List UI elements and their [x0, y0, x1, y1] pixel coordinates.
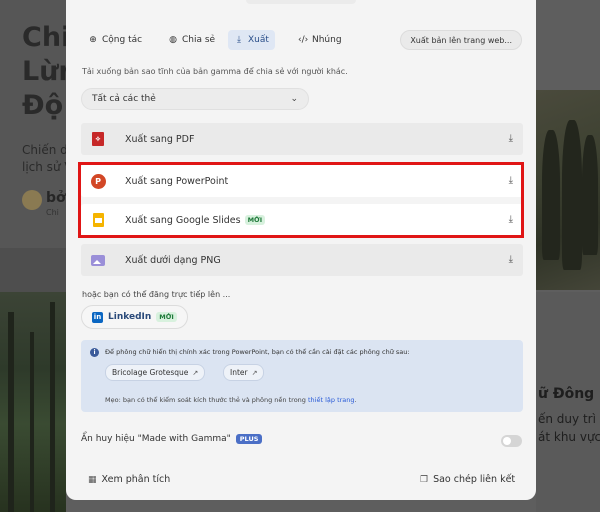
hide-badge-label: Ẩn huy hiệu "Made with Gamma"	[81, 434, 231, 444]
download-icon[interactable]: ⤓	[509, 133, 513, 144]
tip-prefix: Mẹo: bạn có thể kiểm soát kích thước thẻ…	[105, 396, 306, 404]
font-info-text: Để phông chữ hiển thị chính xác trong Po…	[105, 348, 410, 356]
tab-label: Xuất	[248, 35, 269, 45]
download-icon: ⤓	[237, 35, 241, 45]
modal-header-remnant	[246, 0, 356, 4]
background-forest-image	[0, 292, 66, 512]
clipboard-icon: ❐	[420, 474, 429, 485]
export-label: Xuất dưới dạng PNG	[125, 254, 221, 266]
background-soldiers-image	[536, 90, 600, 290]
font-info-box: i Để phông chữ hiển thị chính xác trong …	[81, 340, 523, 412]
view-analytics-button[interactable]: ▦ Xem phân tích	[88, 474, 170, 485]
info-icon: i	[90, 348, 99, 357]
hide-badge-setting: Ẩn huy hiệu "Made with Gamma" PLUS	[81, 434, 263, 444]
tab-label: Cộng tác	[102, 35, 143, 45]
pdf-icon: ⟡	[92, 132, 104, 146]
tab-collaborate[interactable]: ⊕ Cộng tác	[82, 30, 148, 50]
plus-badge: PLUS	[235, 434, 263, 444]
background-divider	[0, 248, 66, 292]
add-person-icon: ⊕	[89, 35, 97, 45]
background-title-line: Độ	[22, 90, 64, 121]
image-icon	[91, 254, 105, 266]
code-icon: ‹/›	[298, 35, 309, 45]
font-link-bricolage[interactable]: Bricolage Grotesque ↗	[105, 364, 206, 381]
export-png-row[interactable]: Xuất dưới dạng PNG ⤓	[81, 244, 523, 276]
external-link-icon: ↗	[192, 368, 199, 377]
linkedin-label: LinkedIn	[108, 312, 152, 322]
publish-to-web-button[interactable]: Xuất bản lên trang web...	[400, 30, 522, 50]
chevron-down-icon: ⌄	[290, 94, 298, 104]
modal-tabs: ⊕ Cộng tác ◍ Chia sẻ ⤓ Xuất ‹/› Nhúng Xu…	[82, 30, 522, 52]
chart-icon: ▦	[88, 474, 97, 485]
page-setup-link[interactable]: thiết lập trang	[308, 396, 355, 404]
linkedin-icon: in	[92, 311, 103, 323]
external-link-icon: ↗	[251, 368, 258, 377]
background-paragraph-line: Chiến dị	[22, 143, 72, 157]
tab-label: Chia sẻ	[182, 35, 216, 45]
background-title-line: Chi	[22, 22, 71, 53]
tab-share[interactable]: ◍ Chia sẻ	[162, 30, 221, 50]
select-value: Tất cả các thẻ	[92, 94, 156, 104]
copy-link-button[interactable]: ❐ Sao chép liên kết	[420, 474, 515, 485]
share-hint: hoặc bạn có thể đăng trực tiếp lên ...	[82, 290, 231, 299]
font-name: Bricolage Grotesque	[112, 368, 189, 377]
background-right-line: ến duy trì q	[538, 412, 600, 426]
copy-link-label: Sao chép liên kết	[433, 474, 516, 485]
tip-suffix: .	[354, 396, 357, 404]
background-paragraph-line: lịch sử V	[22, 160, 73, 174]
new-badge: MỚI	[156, 312, 177, 322]
download-icon[interactable]: ⤓	[509, 254, 513, 265]
analytics-label: Xem phân tích	[101, 474, 171, 485]
highlight-annotation-box	[78, 162, 524, 238]
linkedin-button[interactable]: in LinkedIn MỚI	[81, 305, 188, 329]
background-right-heading: ữ Đông D	[538, 386, 600, 402]
font-tip: Mẹo: bạn có thể kiểm soát kích thước thẻ…	[105, 396, 357, 404]
background-right-line: át khu vực Đ	[538, 430, 600, 444]
font-name: Inter	[230, 368, 248, 377]
font-link-inter[interactable]: Inter ↗	[223, 364, 265, 381]
share-modal: ⊕ Cộng tác ◍ Chia sẻ ⤓ Xuất ‹/› Nhúng Xu…	[66, 0, 536, 500]
hide-badge-toggle[interactable]	[501, 435, 522, 447]
tab-embed[interactable]: ‹/› Nhúng	[292, 30, 348, 50]
export-label: Xuất sang PDF	[125, 133, 195, 145]
export-pdf-row[interactable]: ⟡ Xuất sang PDF ⤓	[81, 123, 523, 155]
background-author-sub: Chi	[46, 208, 59, 217]
export-description: Tải xuống bản sao tĩnh của bản gamma để …	[82, 67, 348, 76]
tab-export[interactable]: ⤓ Xuất	[228, 30, 275, 50]
card-scope-select[interactable]: Tất cả các thẻ ⌄	[81, 88, 309, 110]
globe-icon: ◍	[169, 35, 177, 45]
background-right-panel	[536, 292, 600, 512]
background-avatar	[22, 190, 42, 210]
tab-label: Nhúng	[312, 35, 342, 45]
